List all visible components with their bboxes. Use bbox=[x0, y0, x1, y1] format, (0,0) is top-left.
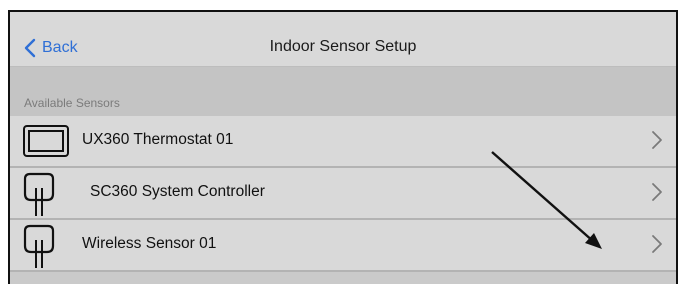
sensor-row-wireless-sensor[interactable]: Wireless Sensor 01 bbox=[10, 220, 676, 272]
sensor-label: Wireless Sensor 01 bbox=[82, 235, 217, 252]
sensor-label: SC360 System Controller bbox=[90, 183, 265, 200]
chevron-right-icon bbox=[652, 131, 662, 149]
sensor-row-ux360-thermostat[interactable]: UX360 Thermostat 01 bbox=[10, 116, 676, 168]
sensor-icon bbox=[23, 224, 55, 268]
chevron-right-icon bbox=[652, 235, 662, 253]
list-footer bbox=[10, 272, 676, 284]
sensor-label: UX360 Thermostat 01 bbox=[82, 131, 234, 148]
sensor-row-sc360-controller[interactable]: SC360 System Controller bbox=[10, 168, 676, 220]
thermostat-icon bbox=[23, 125, 69, 157]
sensor-list: UX360 Thermostat 01 SC360 System Control… bbox=[10, 116, 676, 272]
sensor-icon bbox=[23, 172, 55, 216]
navigation-bar: Back Indoor Sensor Setup bbox=[10, 12, 676, 67]
page-title: Indoor Sensor Setup bbox=[269, 38, 417, 55]
chevron-right-icon bbox=[652, 183, 662, 201]
section-header: Available Sensors bbox=[10, 67, 676, 116]
app-window: Back Indoor Sensor Setup Available Senso… bbox=[8, 10, 678, 284]
section-header-label: Available Sensors bbox=[24, 96, 120, 110]
